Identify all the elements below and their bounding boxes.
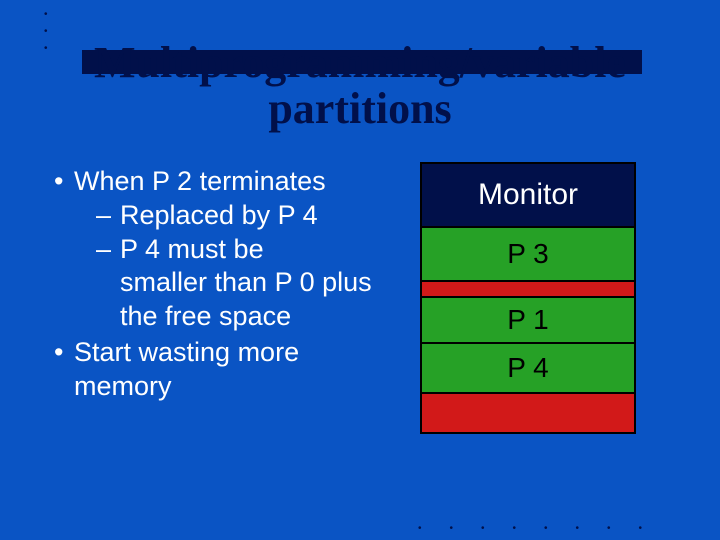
title-line-2: partitions	[268, 84, 451, 133]
segment-gap	[420, 392, 636, 434]
segment-monitor: Monitor	[420, 162, 636, 228]
segment-label: P 4	[507, 352, 549, 384]
bullet-text-continuation: smaller than P 0 plus the free space	[120, 266, 384, 334]
bullet-level2: P 4 must be smaller than P 0 plus the fr…	[74, 233, 384, 334]
decorative-dots-bottom: ••••••••	[418, 523, 670, 534]
bullet-level1: Start wasting more memory	[54, 336, 384, 404]
bullet-text: Start wasting more memory	[74, 337, 299, 401]
segment-label: P 1	[507, 304, 549, 336]
segment-p4: P 4	[420, 342, 636, 394]
bullet-level1: When P 2 terminates Replaced by P 4 P 4 …	[54, 165, 384, 334]
bullet-content: When P 2 terminates Replaced by P 4 P 4 …	[54, 165, 384, 405]
bullet-level2: Replaced by P 4	[74, 199, 384, 233]
segment-p1: P 1	[420, 296, 636, 344]
segment-label: P 3	[507, 238, 549, 270]
bullet-text: Replaced by P 4	[120, 200, 318, 230]
slide-title: Multiprogramming/variable partitions	[0, 40, 720, 132]
segment-label: Monitor	[478, 178, 578, 212]
segment-p3: P 3	[420, 226, 636, 282]
memory-diagram: Monitor P 3 P 1 P 4	[420, 162, 636, 432]
bullet-text: P 4 must be	[120, 234, 264, 264]
bullet-text: When P 2 terminates	[74, 166, 326, 196]
title-line-1: Multiprogramming/variable	[94, 38, 626, 87]
